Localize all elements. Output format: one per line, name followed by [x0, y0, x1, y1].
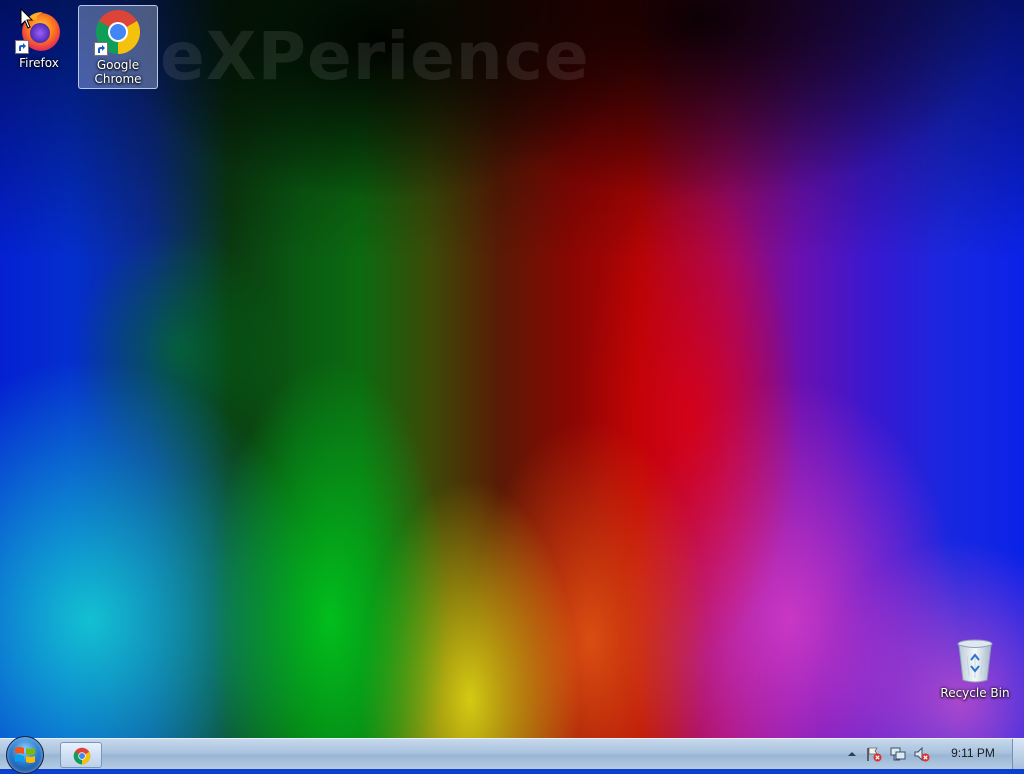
volume-muted-icon[interactable] — [914, 746, 930, 762]
desktop-icon-google-chrome[interactable]: Google Chrome — [78, 5, 158, 89]
desktop-wallpaper: eXPerience — [0, 0, 1024, 738]
taskbar: 9:11 PM — [0, 736, 1024, 774]
taskbar-button-google-chrome[interactable] — [60, 742, 102, 768]
windows-logo-icon — [15, 747, 35, 763]
desktop-icon-firefox[interactable]: Firefox — [0, 6, 78, 70]
desktop-icon-label: Firefox — [19, 56, 59, 70]
shortcut-arrow-icon — [94, 42, 108, 56]
show-hidden-icons-arrow[interactable] — [844, 746, 860, 762]
mouse-cursor-icon — [20, 8, 34, 29]
recycle-bin-icon — [951, 636, 999, 684]
chrome-icon — [73, 747, 91, 765]
chrome-icon — [94, 8, 142, 56]
wallpaper-watermark: eXPerience — [160, 18, 590, 95]
desktop-icon-label-line1: Google — [96, 58, 140, 72]
shortcut-arrow-icon — [15, 40, 29, 54]
desktop-icon-recycle-bin[interactable]: Recycle Bin — [936, 636, 1014, 700]
start-button[interactable] — [6, 736, 44, 774]
network-icon[interactable] — [890, 746, 906, 762]
wallpaper-colors — [0, 0, 1024, 738]
action-center-flag-icon[interactable] — [866, 746, 882, 762]
show-desktop-button[interactable] — [1012, 739, 1024, 769]
desktop-icon-label-line2: Chrome — [94, 72, 142, 86]
desktop-icon-label: Recycle Bin — [940, 686, 1010, 700]
taskbar-clock[interactable]: 9:11 PM — [940, 746, 1006, 760]
